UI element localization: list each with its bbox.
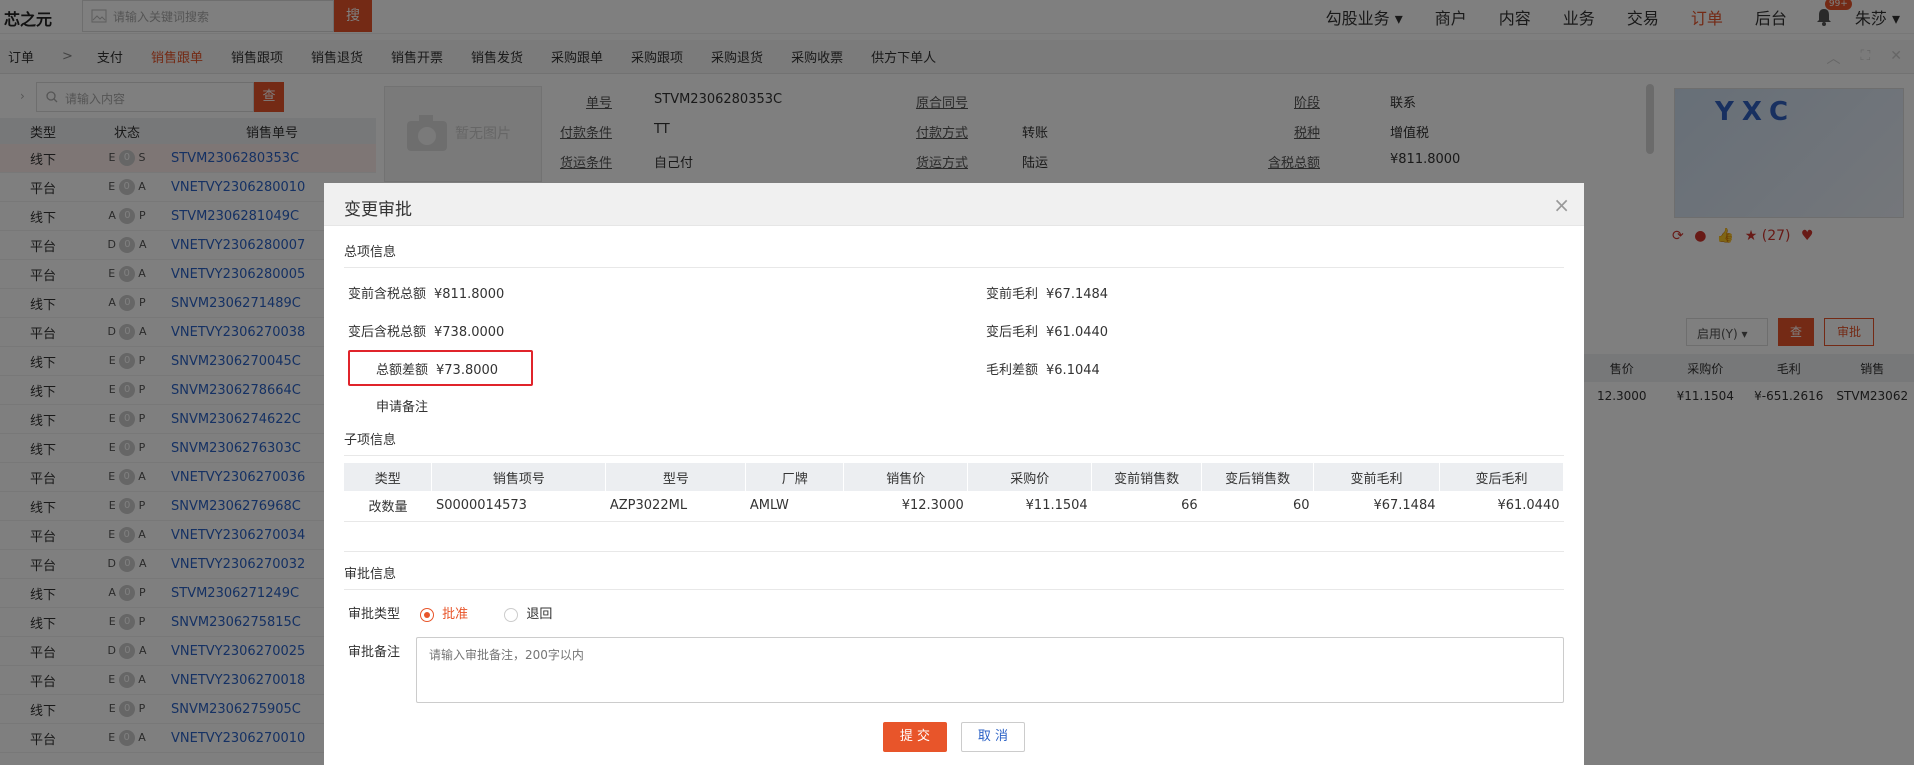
before-margin-row: 变前毛利 ¥67.1484: [986, 283, 1108, 302]
margin-diff-row: 毛利差额 ¥6.1044: [986, 359, 1100, 378]
margin-diff-label: 毛利差额: [986, 363, 1039, 378]
before-margin-value: ¥67.1484: [1046, 287, 1109, 302]
total-diff-value: ¥73.8000: [436, 363, 499, 378]
request-remark-row: 申请备注: [376, 396, 436, 415]
approval-remark-label: 审批备注: [348, 645, 401, 660]
sub-col-header: 变后销售数: [1201, 463, 1315, 491]
radio-unchecked-icon: [504, 607, 519, 622]
sub-col-header: 采购价: [967, 463, 1093, 491]
sub-col-header: 变后毛利: [1439, 463, 1565, 491]
approval-remark-row: 审批备注: [348, 641, 408, 660]
sub-col-header: 销售价: [843, 463, 969, 491]
summary-section-title: 总项信息: [344, 245, 397, 260]
sub-col-header: 销售项号: [431, 463, 607, 491]
sub-col-header: 类型: [344, 463, 433, 491]
sub-cell: ¥61.0440: [1439, 491, 1564, 522]
sub-cell: AMLW: [745, 491, 844, 522]
approval-section-title: 审批信息: [344, 567, 397, 582]
cancel-button[interactable]: 取 消: [961, 722, 1025, 752]
sub-cell: 改数量: [344, 491, 432, 522]
request-remark-label: 申请备注: [376, 400, 429, 415]
total-diff-label: 总额差额: [376, 363, 429, 378]
divider: [344, 589, 1564, 590]
close-icon[interactable]: ×: [1553, 193, 1570, 217]
sub-cell: S0000014573: [431, 491, 606, 522]
before-total-row: 变前含税总额 ¥811.8000: [348, 283, 504, 302]
sub-section-title: 子项信息: [344, 433, 397, 448]
approval-type-row: 审批类型 批准 退回: [348, 603, 552, 622]
submit-button[interactable]: 提 交: [883, 722, 947, 752]
approval-remark-input[interactable]: [416, 637, 1564, 703]
sub-col-header: 变前销售数: [1091, 463, 1203, 491]
sub-cell: ¥67.1484: [1313, 491, 1440, 522]
divider: [344, 455, 1564, 456]
sub-cell: AZP3022ML: [605, 491, 746, 522]
divider: [344, 551, 1564, 552]
dialog-title: 变更审批: [344, 200, 412, 220]
after-total-label: 变后含税总额: [348, 325, 427, 340]
sub-table-header: 类型 销售项号 型号 厂牌 销售价 采购价 变前销售数 变后销售数 变前毛利 变后毛利: [344, 463, 1565, 491]
sub-item-table: 类型 销售项号 型号 厂牌 销售价 采购价 变前销售数 变后销售数 变前毛利 变后毛利 改数量 S0…: [344, 463, 1565, 522]
sub-cell: 60: [1201, 491, 1314, 522]
after-margin-row: 变后毛利 ¥61.0440: [986, 321, 1108, 340]
sub-col-header: 厂牌: [745, 463, 845, 491]
radio-checked-icon: [420, 607, 435, 622]
change-approval-dialog: 变更审批 × 总项信息 变前含税总额 ¥811.8000 变后含税总额 ¥738.0…: [324, 183, 1584, 765]
before-margin-label: 变前毛利: [986, 287, 1039, 302]
after-total-value: ¥738.0000: [434, 325, 505, 340]
table-row[interactable]: 改数量 S0000014573 AZP3022ML AMLW ¥12.3000 ¥11.1…: [344, 491, 1564, 522]
sub-col-header: 变前毛利: [1313, 463, 1440, 491]
after-margin-label: 变后毛利: [986, 325, 1039, 340]
total-diff-row: 总额差额 ¥73.8000: [376, 359, 498, 378]
before-total-value: ¥811.8000: [434, 287, 505, 302]
sub-cell: ¥11.1504: [967, 491, 1092, 522]
sub-col-header: 型号: [605, 463, 747, 491]
margin-diff-value: ¥6.1044: [1046, 363, 1100, 378]
approve-radio[interactable]: 批准: [420, 607, 468, 622]
divider: [344, 267, 1564, 268]
after-margin-value: ¥61.0440: [1046, 325, 1109, 340]
dialog-header: 变更审批 ×: [324, 183, 1584, 226]
after-total-row: 变后含税总额 ¥738.0000: [348, 321, 504, 340]
approval-type-label: 审批类型: [348, 607, 401, 622]
before-total-label: 变前含税总额: [348, 287, 427, 302]
reject-radio[interactable]: 退回: [504, 607, 552, 622]
sub-cell: 66: [1091, 491, 1202, 522]
sub-cell: ¥12.3000: [843, 491, 968, 522]
